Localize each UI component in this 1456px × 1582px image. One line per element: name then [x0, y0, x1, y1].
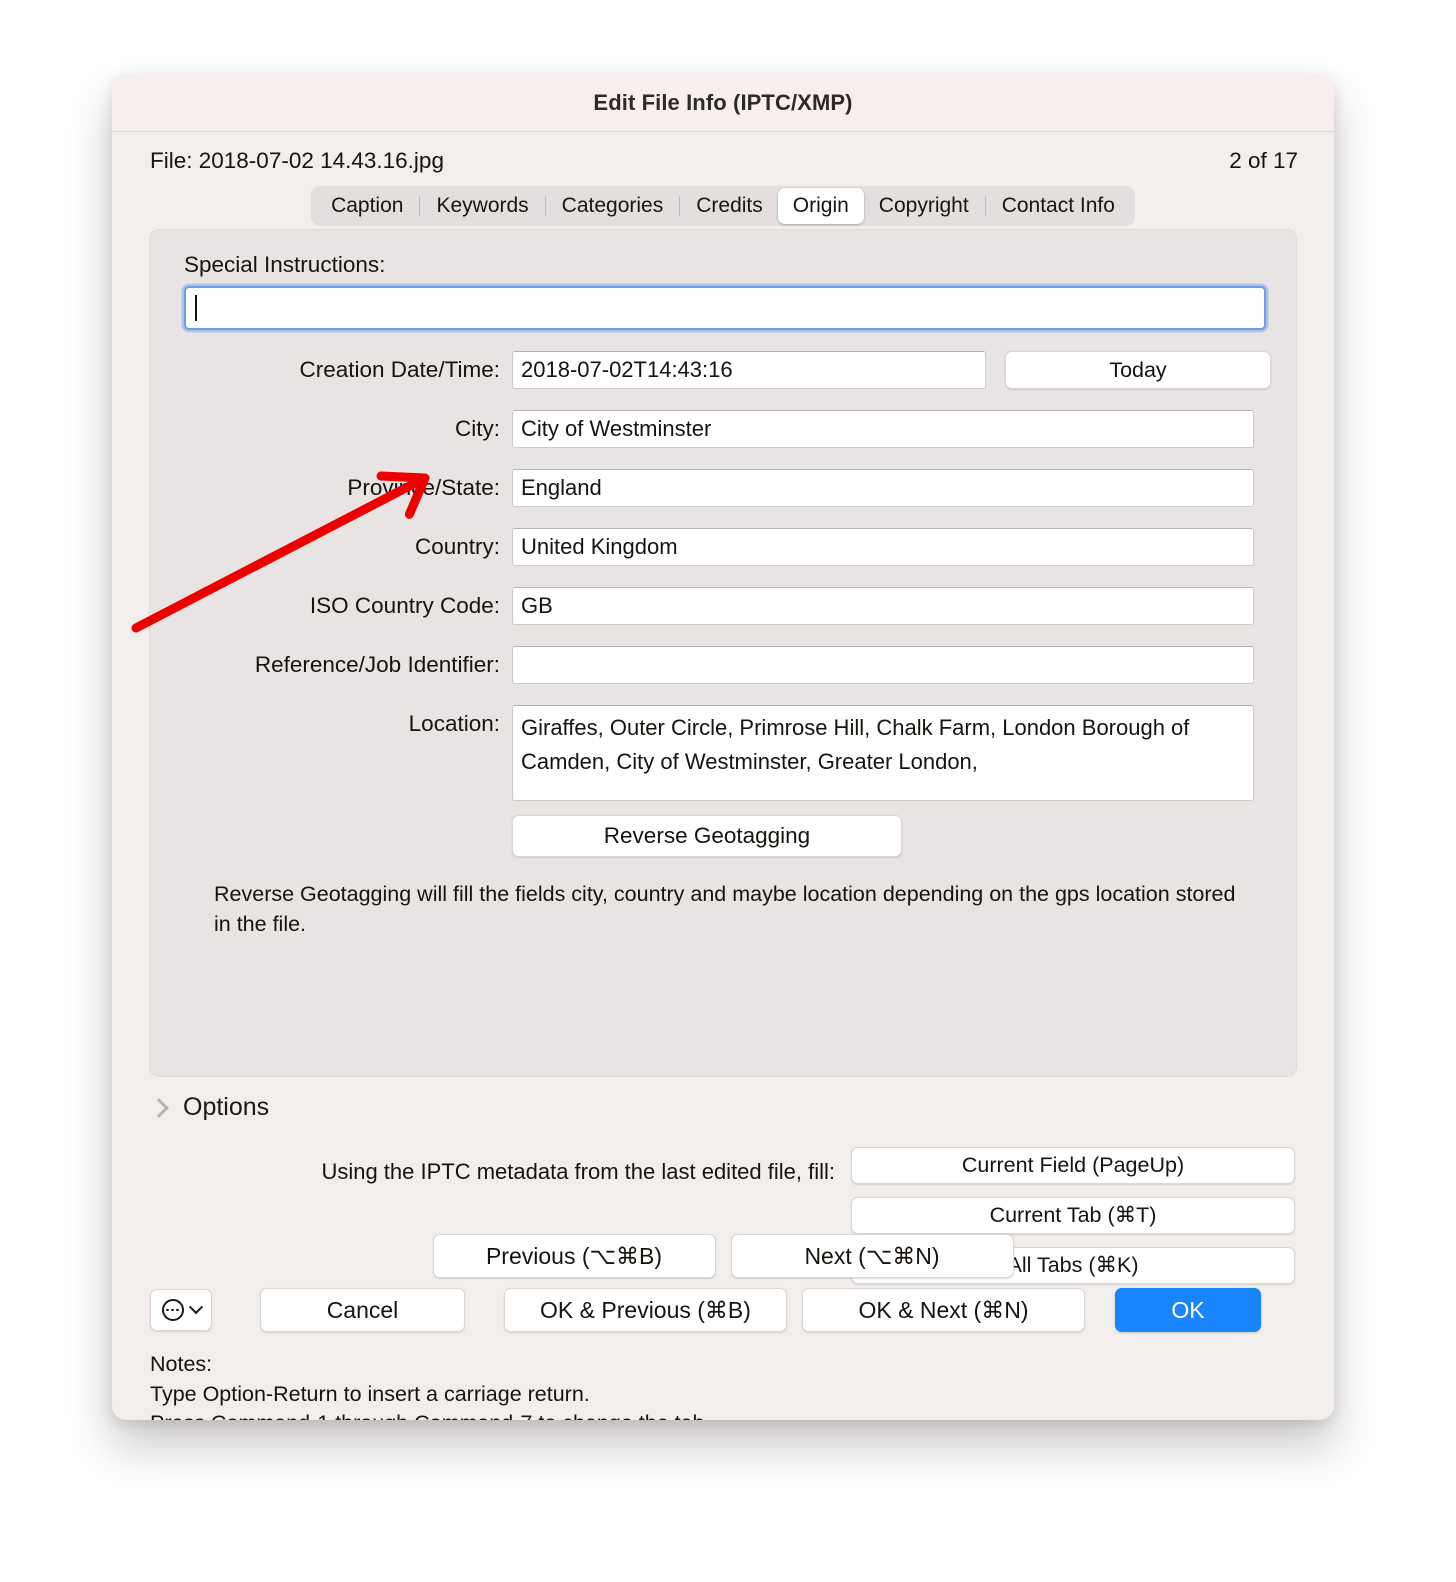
- creation-datetime-label: Creation Date/Time:: [299, 357, 501, 382]
- iso-country-code-label: ISO Country Code:: [309, 593, 500, 618]
- ok-button[interactable]: OK: [1115, 1288, 1261, 1332]
- reference-job-identifier-row: Reference/Job Identifier:: [172, 646, 1274, 684]
- tab-categories[interactable]: Categories: [547, 188, 679, 224]
- tab-caption[interactable]: Caption: [316, 188, 418, 224]
- province-state-row: Province/State: England: [172, 469, 1274, 507]
- tabstrip: Caption Keywords Categories Credits Orig…: [311, 186, 1135, 226]
- file-info-row: File: 2018-07-02 14.43.16.jpg 2 of 17: [112, 132, 1334, 174]
- notes-line-1: Type Option-Return to insert a carriage …: [150, 1381, 590, 1406]
- origin-tab-panel: Special Instructions: Creation Date/Time…: [149, 229, 1297, 1077]
- iso-country-code-input[interactable]: GB: [512, 587, 1254, 625]
- tab-separator: [679, 196, 681, 216]
- today-button[interactable]: Today: [1005, 351, 1271, 389]
- notes-block: Notes: Type Option-Return to insert a ca…: [150, 1350, 711, 1420]
- file-name-label: File: 2018-07-02 14.43.16.jpg: [150, 148, 444, 173]
- reference-job-identifier-input[interactable]: [512, 646, 1254, 684]
- chevron-down-icon: [188, 1300, 203, 1315]
- file-counter-label: 2 of 17: [1229, 148, 1298, 173]
- ok-and-previous-button[interactable]: OK & Previous (⌘B): [504, 1288, 787, 1332]
- tab-credits[interactable]: Credits: [681, 188, 778, 224]
- notes-line-2: Press Command-1 through Command-7 to cha…: [150, 1409, 711, 1420]
- emoji-picker-button[interactable]: [150, 1289, 212, 1331]
- creation-datetime-row: Creation Date/Time: 2018-07-02T14:43:16 …: [172, 351, 1274, 389]
- tab-keywords[interactable]: Keywords: [421, 188, 543, 224]
- cancel-button[interactable]: Cancel: [260, 1288, 465, 1332]
- city-row: City: City of Westminster: [172, 410, 1274, 448]
- country-label: Country:: [414, 534, 500, 559]
- notes-heading: Notes:: [150, 1352, 213, 1376]
- fill-current-field-row: Using the IPTC metadata from the last ed…: [112, 1147, 1334, 1197]
- fill-current-tab-button[interactable]: Current Tab (⌘T): [851, 1197, 1295, 1234]
- province-state-input[interactable]: England: [512, 469, 1254, 507]
- dialog-title: Edit File Info (IPTC/XMP): [593, 90, 853, 115]
- dialog-titlebar: Edit File Info (IPTC/XMP): [112, 75, 1334, 132]
- tab-separator: [984, 196, 986, 216]
- tab-contact-info[interactable]: Contact Info: [987, 188, 1130, 224]
- tabstrip-wrapper: Caption Keywords Categories Credits Orig…: [112, 174, 1334, 226]
- chevron-right-icon: [149, 1097, 169, 1118]
- location-textarea[interactable]: Giraffes, Outer Circle, Primrose Hill, C…: [512, 705, 1254, 801]
- reverse-geotagging-note: Reverse Geotagging will fill the fields …: [214, 882, 1236, 936]
- reverse-geotagging-row: Reverse Geotagging: [172, 815, 1274, 857]
- reverse-geotagging-button[interactable]: Reverse Geotagging: [512, 815, 902, 857]
- smiley-icon: [161, 1299, 184, 1321]
- options-label: Options: [183, 1093, 270, 1121]
- tab-origin[interactable]: Origin: [777, 188, 864, 224]
- next-button[interactable]: Next (⌥⌘N): [730, 1234, 1014, 1278]
- creation-datetime-input[interactable]: 2018-07-02T14:43:16: [512, 351, 986, 389]
- tab-copyright[interactable]: Copyright: [864, 188, 984, 224]
- location-row: Location: Giraffes, Outer Circle, Primro…: [172, 705, 1274, 801]
- special-instructions-label: Special Instructions:: [184, 252, 386, 277]
- fill-instruction-label: Using the IPTC metadata from the last ed…: [321, 1159, 835, 1184]
- location-label: Location:: [408, 711, 500, 736]
- fill-current-field-button[interactable]: Current Field (PageUp): [851, 1147, 1295, 1184]
- tab-separator: [544, 196, 546, 216]
- navigation-row: Previous (⌥⌘B) Next (⌥⌘N): [112, 1234, 1334, 1278]
- action-buttons-row: Cancel OK & Previous (⌘B) OK & Next (⌘N)…: [150, 1288, 1261, 1332]
- ok-and-next-button[interactable]: OK & Next (⌘N): [802, 1288, 1085, 1332]
- country-row: Country: United Kingdom: [172, 528, 1274, 566]
- tab-separator: [419, 196, 421, 216]
- edit-file-info-dialog: Edit File Info (IPTC/XMP) File: 2018-07-…: [112, 75, 1334, 1420]
- iso-country-code-row: ISO Country Code: GB: [172, 587, 1274, 625]
- text-caret: [195, 295, 197, 321]
- city-input[interactable]: City of Westminster: [512, 410, 1254, 448]
- special-instructions-input[interactable]: [184, 286, 1266, 330]
- previous-button[interactable]: Previous (⌥⌘B): [432, 1234, 716, 1278]
- options-disclosure[interactable]: Options: [149, 1093, 270, 1122]
- province-state-label: Province/State:: [347, 475, 500, 500]
- reference-job-identifier-label: Reference/Job Identifier:: [254, 652, 500, 677]
- screen: Edit File Info (IPTC/XMP) File: 2018-07-…: [0, 0, 1456, 1582]
- country-input[interactable]: United Kingdom: [512, 528, 1254, 566]
- city-label: City:: [455, 416, 500, 441]
